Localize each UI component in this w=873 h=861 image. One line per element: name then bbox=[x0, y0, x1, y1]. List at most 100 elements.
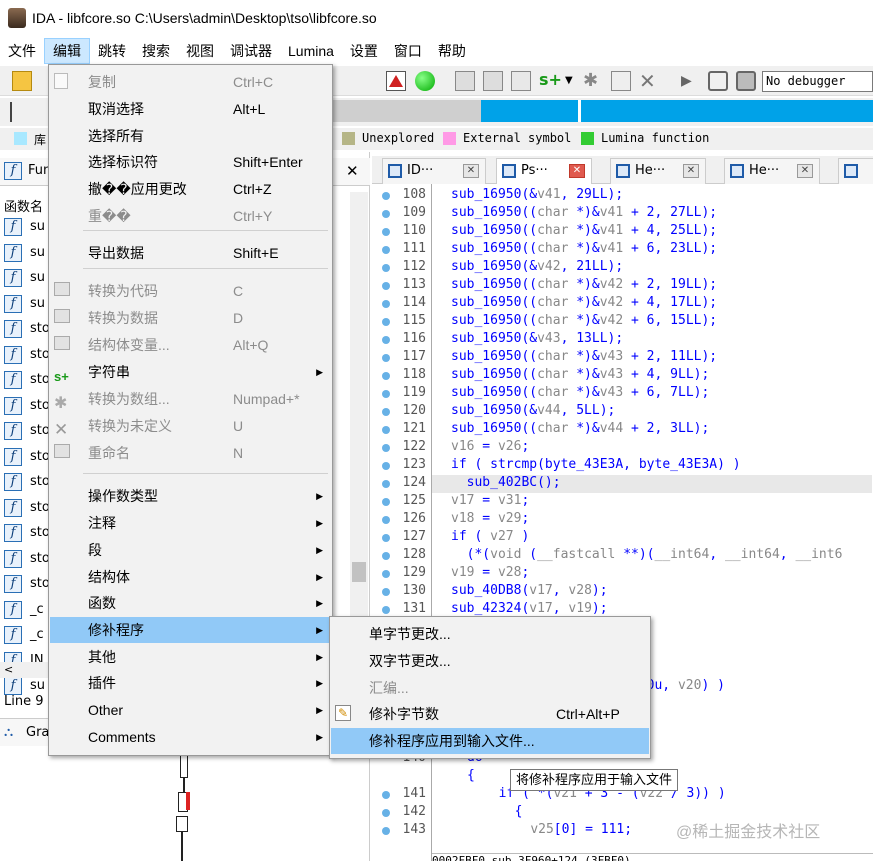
breakpoint-dot-icon[interactable] bbox=[382, 336, 390, 344]
code-line[interactable]: 118 sub_16950((char *)&v43 + 4, 9LL); bbox=[372, 367, 873, 385]
breakpoint-dot-icon[interactable] bbox=[382, 570, 390, 578]
menu-item-redo[interactable]: 重�� Ctrl+Y bbox=[50, 203, 331, 229]
code-line[interactable]: 124 sub_402BC(); bbox=[382, 475, 872, 493]
breakpoint-dot-icon[interactable] bbox=[382, 827, 390, 835]
menu-jump[interactable]: 跳转 bbox=[90, 38, 134, 64]
function-list-item[interactable]: su bbox=[30, 219, 45, 234]
breakpoint-dot-icon[interactable] bbox=[382, 480, 390, 488]
code-line[interactable]: 108 sub_16950(&v41, 29LL); bbox=[372, 187, 873, 205]
open-file-icon[interactable] bbox=[12, 71, 32, 91]
menu-item-apply-patches-to-input[interactable]: 修补程序应用到输入文件... bbox=[331, 728, 649, 754]
menu-item-operand-type[interactable]: 操作数类型 ▶ bbox=[50, 483, 331, 509]
chevron-down-icon[interactable]: ▼ bbox=[565, 71, 585, 91]
function-list-item[interactable]: su bbox=[30, 296, 45, 311]
start-process-icon[interactable] bbox=[415, 71, 435, 91]
function-list-item[interactable]: sto bbox=[30, 449, 50, 464]
menu-item-select-all[interactable]: 选择所有 bbox=[50, 123, 331, 149]
breakpoint-dot-icon[interactable] bbox=[382, 809, 390, 817]
menu-item-select-identifier[interactable]: 选择标识符 Shift+Enter bbox=[50, 149, 331, 175]
pause-icon[interactable] bbox=[708, 71, 728, 91]
function-list-item[interactable]: su bbox=[30, 245, 45, 260]
breakpoint-dot-icon[interactable] bbox=[382, 318, 390, 326]
play-icon[interactable]: ▶ bbox=[681, 71, 701, 91]
breakpoint-dot-icon[interactable] bbox=[382, 444, 390, 452]
code-line[interactable]: 125 v17 = v31; bbox=[372, 493, 873, 511]
menu-windows[interactable]: 窗口 bbox=[386, 38, 430, 64]
breakpoint-dot-icon[interactable] bbox=[382, 246, 390, 254]
menu-item-rename[interactable]: 重命名 N bbox=[50, 440, 331, 466]
breakpoint-dot-icon[interactable] bbox=[382, 791, 390, 799]
undefine-icon[interactable]: ✕ bbox=[639, 71, 659, 91]
function-list-item[interactable]: su bbox=[30, 678, 45, 693]
function-list-item[interactable]: sto bbox=[30, 423, 50, 438]
menu-item-make-array[interactable]: ✱ 转换为数组... Numpad+* bbox=[50, 386, 331, 412]
function-list-item[interactable]: sto bbox=[30, 347, 50, 362]
function-list-item[interactable]: sto bbox=[30, 525, 50, 540]
tab-hex-view-1[interactable]: He··· ✕ bbox=[610, 158, 706, 184]
breakpoint-dot-icon[interactable] bbox=[382, 588, 390, 596]
breakpoint-dot-icon[interactable] bbox=[382, 192, 390, 200]
function-list-item[interactable]: sto bbox=[30, 398, 50, 413]
menu-options[interactable]: 设置 bbox=[342, 38, 386, 64]
tab-ida-view[interactable]: ID··· ✕ bbox=[382, 158, 486, 184]
code-line[interactable]: 111 sub_16950((char *)&v41 + 6, 23LL); bbox=[372, 241, 873, 259]
menu-lumina[interactable]: Lumina bbox=[280, 38, 342, 64]
menu-search[interactable]: 搜索 bbox=[134, 38, 178, 64]
struct-var-icon[interactable] bbox=[511, 71, 531, 91]
breakpoint-dot-icon[interactable] bbox=[382, 300, 390, 308]
breakpoint-dot-icon[interactable] bbox=[382, 408, 390, 416]
code-line[interactable]: 115 sub_16950((char *)&v42 + 6, 15LL); bbox=[372, 313, 873, 331]
menu-item-change-word[interactable]: 双字节更改... bbox=[331, 648, 649, 674]
code-line[interactable]: 127 if ( v27 ) bbox=[372, 529, 873, 547]
column-header-function-name[interactable]: 函数名 bbox=[4, 196, 43, 215]
menu-item-patched-bytes[interactable]: ✎ 修补字节数 Ctrl+Alt+P bbox=[331, 701, 649, 727]
menu-item-copy[interactable]: 复制 Ctrl+C bbox=[50, 69, 331, 95]
menu-item-other[interactable]: 其他 ▶ bbox=[50, 644, 331, 670]
breakpoint-dot-icon[interactable] bbox=[382, 552, 390, 560]
function-list-item[interactable]: su bbox=[30, 270, 45, 285]
code-line[interactable]: 121 sub_16950((char *)&v44 + 2, 3LL); bbox=[372, 421, 873, 439]
code-line[interactable]: 109 sub_16950((char *)&v41 + 2, 27LL); bbox=[372, 205, 873, 223]
code-line[interactable]: 128 (*(void (__fastcall **)(__int64, __i… bbox=[372, 547, 873, 565]
menu-item-comments-en[interactable]: Comments ▶ bbox=[50, 724, 331, 750]
close-icon[interactable]: ✕ bbox=[463, 164, 479, 178]
code-line[interactable]: 129 v19 = v28; bbox=[372, 565, 873, 583]
tab-hex-view-2[interactable]: He··· ✕ bbox=[724, 158, 820, 184]
menu-item-struct-var[interactable]: 结构体变量... Alt+Q bbox=[50, 332, 331, 358]
menu-edit[interactable]: 编辑 bbox=[44, 38, 90, 64]
breakpoint-dot-icon[interactable] bbox=[382, 210, 390, 218]
function-list-item[interactable]: sto bbox=[30, 576, 50, 591]
code-line[interactable]: 116 sub_16950(&v43, 13LL); bbox=[372, 331, 873, 349]
menu-item-other-en[interactable]: Other ▶ bbox=[50, 697, 331, 723]
function-list-item[interactable]: _c bbox=[30, 627, 44, 642]
breakpoint-dot-icon[interactable] bbox=[382, 372, 390, 380]
code-line[interactable]: 117 sub_16950((char *)&v43 + 2, 11LL); bbox=[372, 349, 873, 367]
menu-debugger[interactable]: 调试器 bbox=[222, 38, 280, 64]
tab-more[interactable] bbox=[838, 158, 873, 184]
menu-item-plugins[interactable]: 插件 ▶ bbox=[50, 670, 331, 696]
menu-item-make-data[interactable]: 转换为数据 D bbox=[50, 305, 331, 331]
breakpoint-dot-icon[interactable] bbox=[382, 534, 390, 542]
menu-item-patch-program[interactable]: 修补程序 ▶ bbox=[50, 617, 331, 643]
menu-item-undefine[interactable]: ✕ 转换为未定义 U bbox=[50, 413, 331, 439]
code-line[interactable]: 119 sub_16950((char *)&v43 + 6, 7LL); bbox=[372, 385, 873, 403]
menu-item-comments[interactable]: 注释 ▶ bbox=[50, 510, 331, 536]
code-line[interactable]: 120 sub_16950(&v44, 5LL); bbox=[372, 403, 873, 421]
menu-view[interactable]: 视图 bbox=[178, 38, 222, 64]
close-icon[interactable]: ✕ bbox=[569, 164, 585, 178]
rename-icon[interactable] bbox=[611, 71, 631, 91]
function-list-item[interactable]: _c bbox=[30, 602, 44, 617]
breakpoint-dot-icon[interactable] bbox=[382, 426, 390, 434]
menu-item-deselect[interactable]: 取消选择 Alt+L bbox=[50, 96, 331, 122]
menu-item-make-code[interactable]: 转换为代码 C bbox=[50, 278, 331, 304]
code-line[interactable]: 113 sub_16950((char *)&v42 + 2, 19LL); bbox=[372, 277, 873, 295]
menu-item-functions[interactable]: 函数 ▶ bbox=[50, 590, 331, 616]
breakpoint-warning-icon[interactable] bbox=[386, 71, 406, 91]
menu-item-structs[interactable]: 结构体 ▶ bbox=[50, 564, 331, 590]
breakpoint-dot-icon[interactable] bbox=[382, 282, 390, 290]
menu-item-segments[interactable]: 段 ▶ bbox=[50, 537, 331, 563]
breakpoint-dot-icon[interactable] bbox=[382, 516, 390, 524]
make-data-icon[interactable] bbox=[483, 71, 503, 91]
code-line[interactable]: 114 sub_16950((char *)&v42 + 4, 17LL); bbox=[372, 295, 873, 313]
breakpoint-dot-icon[interactable] bbox=[382, 390, 390, 398]
